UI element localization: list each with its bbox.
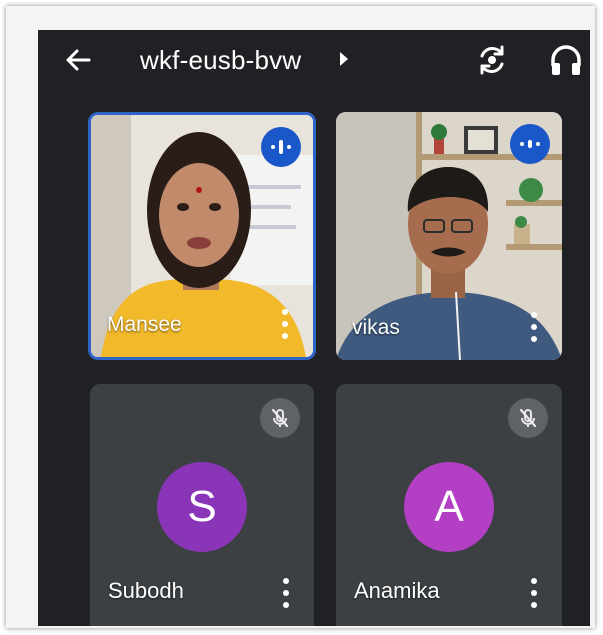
participant-tile-vikas[interactable]: vikas xyxy=(336,112,562,360)
more-options-icon[interactable] xyxy=(530,578,538,608)
meet-screen: wkf-eusb-bvw Mansee vikas S Subodh A Ana… xyxy=(38,30,590,626)
participant-tile-anamika[interactable]: A Anamika xyxy=(336,384,562,626)
back-arrow-icon[interactable] xyxy=(62,44,94,76)
more-options-icon[interactable] xyxy=(282,578,290,608)
avatar: S xyxy=(157,462,247,552)
participant-name: Mansee xyxy=(107,313,182,336)
mic-off-icon xyxy=(260,398,300,438)
speaking-indicator-icon xyxy=(510,124,550,164)
headphones-icon[interactable] xyxy=(548,42,584,78)
participant-name: vikas xyxy=(352,316,400,339)
top-bar: wkf-eusb-bvw xyxy=(38,30,590,92)
avatar: A xyxy=(404,462,494,552)
meeting-code[interactable]: wkf-eusb-bvw xyxy=(140,45,301,76)
screenshot-frame: wkf-eusb-bvw Mansee vikas S Subodh A Ana… xyxy=(6,6,595,628)
participant-tile-mansee[interactable]: Mansee xyxy=(88,112,316,360)
participant-name: Anamika xyxy=(354,578,440,603)
meeting-info-caret-icon[interactable] xyxy=(340,52,348,66)
more-options-icon[interactable] xyxy=(281,309,289,339)
participant-tile-subodh[interactable]: S Subodh xyxy=(90,384,314,626)
speaking-indicator-icon xyxy=(261,127,301,167)
participant-name: Subodh xyxy=(108,578,184,603)
more-options-icon[interactable] xyxy=(530,312,538,342)
camera-switch-icon[interactable] xyxy=(474,42,510,78)
mic-off-icon xyxy=(508,398,548,438)
